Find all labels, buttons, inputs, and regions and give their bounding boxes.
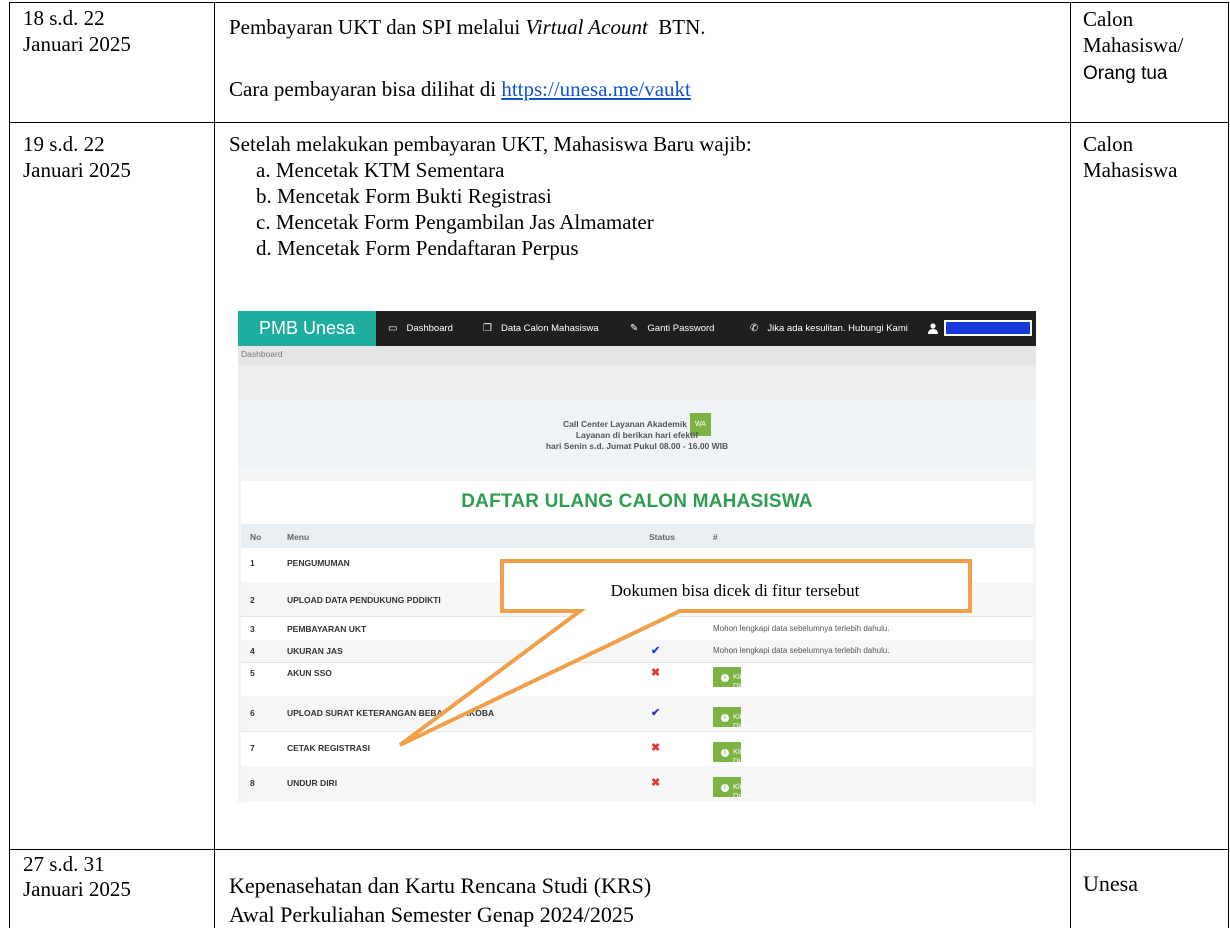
activity-line: Awal Perkuliahan Semester Genap 2024/202…: [229, 902, 634, 927]
row3-party: Unesa: [1083, 871, 1138, 896]
callout-shape: [398, 559, 972, 747]
activity-line: Kepenasehatan dan Kartu Rencana Studi (K…: [229, 873, 652, 898]
date-line: 27 s.d. 31: [23, 852, 105, 876]
row3-activity: Kepenasehatan dan Kartu Rencana Studi (K…: [229, 871, 651, 929]
callout-text: Dokumen bisa dicek di fitur tersebut: [610, 581, 860, 600]
date-line: Januari 2025: [23, 877, 131, 901]
row3-date: 27 s.d. 31 Januari 2025: [23, 852, 131, 902]
